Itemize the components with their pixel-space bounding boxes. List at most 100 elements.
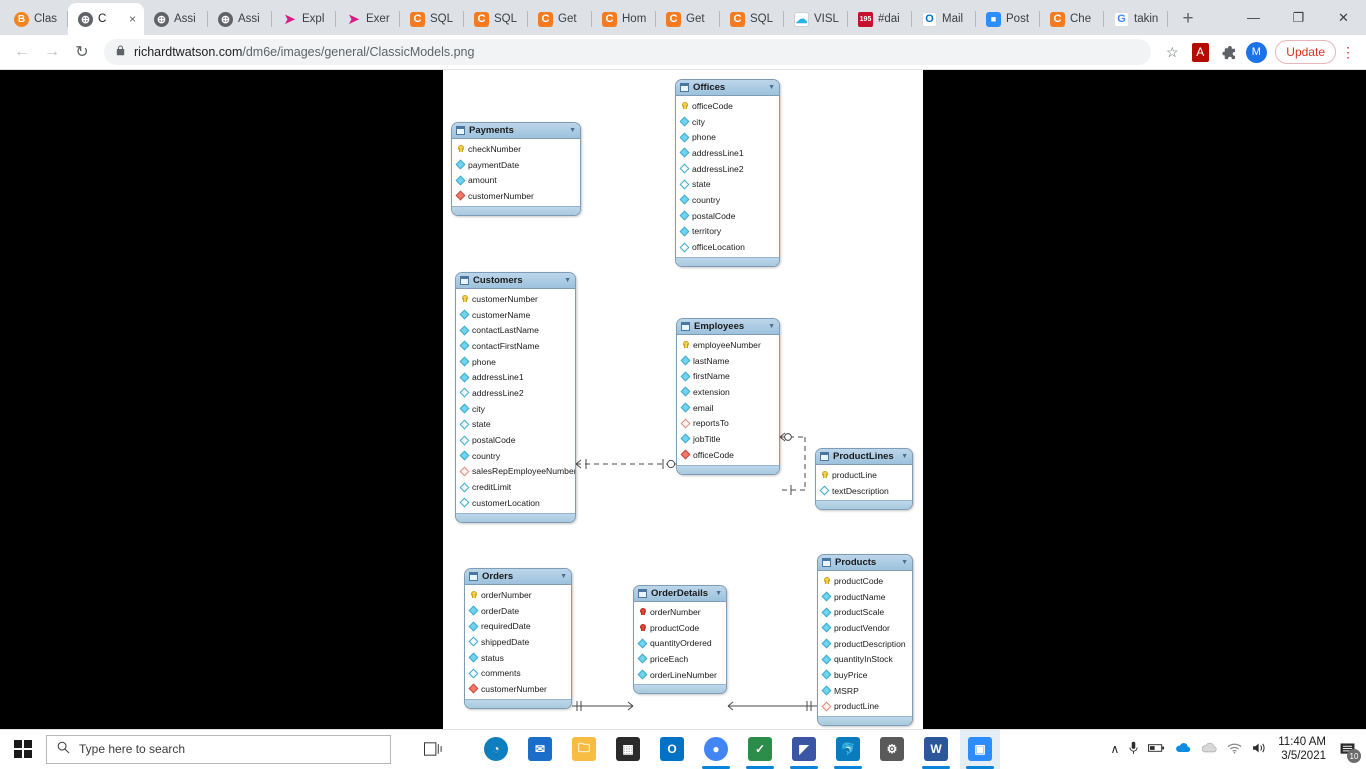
entity-field[interactable]: shippedDate xyxy=(465,634,571,650)
browser-tab-13[interactable]: 195 #dai xyxy=(848,3,912,35)
taskbar-app-todo[interactable]: ✓ xyxy=(740,730,780,769)
entity-field[interactable]: quantityInStock xyxy=(818,651,912,667)
entity-field[interactable]: officeCode xyxy=(676,98,779,114)
chevron-down-icon[interactable]: ▼ xyxy=(560,573,567,580)
chevron-up-icon[interactable]: ∧ xyxy=(1110,742,1119,756)
entity-field[interactable]: postalCode xyxy=(676,208,779,224)
entity-field[interactable]: customerName xyxy=(456,307,575,323)
chevron-down-icon[interactable]: ▼ xyxy=(715,590,722,597)
wifi-icon[interactable] xyxy=(1227,742,1242,757)
browser-menu-button[interactable]: ⋮ xyxy=(1338,44,1358,61)
entity-field[interactable]: comments xyxy=(465,665,571,681)
onedrive-icon[interactable] xyxy=(1175,742,1191,756)
notification-icon[interactable]: 10 xyxy=(1336,738,1361,763)
entity-field[interactable]: paymentDate xyxy=(452,157,580,173)
entity-field[interactable]: orderNumber xyxy=(465,587,571,603)
entity-field[interactable]: postalCode xyxy=(456,432,575,448)
entity-field[interactable]: email xyxy=(677,400,779,416)
profile-avatar[interactable]: M xyxy=(1243,39,1269,65)
entity-field[interactable]: reportsTo xyxy=(677,415,779,431)
entity-field[interactable]: orderDate xyxy=(465,603,571,619)
browser-tab-6[interactable]: C SQL xyxy=(400,3,464,35)
entity-field[interactable]: checkNumber xyxy=(452,141,580,157)
chevron-down-icon[interactable]: ▼ xyxy=(564,277,571,284)
battery-icon[interactable] xyxy=(1148,742,1165,756)
entity-field[interactable]: productCode xyxy=(634,620,726,636)
erd-entity-orders[interactable]: Orders ▼ orderNumber orderDate requiredDate s… xyxy=(464,568,572,709)
update-button[interactable]: Update xyxy=(1275,40,1336,64)
entity-field[interactable]: phone xyxy=(456,354,575,370)
extensions-puzzle-icon[interactable] xyxy=(1215,39,1241,65)
browser-tab-3[interactable]: ⊕ Assi xyxy=(208,3,272,35)
browser-tab-12[interactable]: ☁ VISL xyxy=(784,3,848,35)
entity-field[interactable]: employeeNumber xyxy=(677,337,779,353)
entity-field[interactable]: state xyxy=(676,176,779,192)
new-tab-button[interactable]: + xyxy=(1174,5,1202,33)
entity-field[interactable]: productScale xyxy=(818,604,912,620)
browser-tab-1[interactable]: ⊕ C × xyxy=(68,3,144,35)
taskbar-app-mail[interactable]: ✉ xyxy=(520,730,560,769)
browser-tab-17[interactable]: Gtakin xyxy=(1104,3,1168,35)
bookmark-star-icon[interactable]: ☆ xyxy=(1159,39,1185,65)
taskbar-app-edge[interactable]: ◔ xyxy=(476,730,516,769)
chevron-down-icon[interactable]: ▼ xyxy=(569,127,576,134)
entity-field[interactable]: contactFirstName xyxy=(456,338,575,354)
taskbar-app-settings[interactable]: ⚙ xyxy=(872,730,912,769)
erd-entity-offices[interactable]: Offices ▼ officeCode city phone addressLine1 a… xyxy=(675,79,780,267)
cloud-icon[interactable] xyxy=(1201,742,1217,756)
browser-tab-2[interactable]: ⊕ Assi xyxy=(144,3,208,35)
entity-field[interactable]: officeLocation xyxy=(676,239,779,255)
entity-field[interactable]: addressLine2 xyxy=(676,161,779,177)
entity-field[interactable]: country xyxy=(676,192,779,208)
taskbar-app-chrome[interactable]: ● xyxy=(696,730,736,769)
entity-field[interactable]: orderLineNumber xyxy=(634,667,726,683)
entity-field[interactable]: officeCode xyxy=(677,447,779,463)
browser-tab-0[interactable]: B Clas xyxy=(4,3,68,35)
taskbar-app-microsoft-store[interactable]: ▦ xyxy=(608,730,648,769)
erd-entity-orderdetails[interactable]: OrderDetails ▼ orderNumber productCode quant… xyxy=(633,585,727,695)
windows-start-icon[interactable] xyxy=(0,730,46,769)
entity-field[interactable]: MSRP xyxy=(818,683,912,699)
entity-field[interactable]: customerLocation xyxy=(456,495,575,511)
taskbar-app-outlook[interactable]: O xyxy=(652,730,692,769)
entity-field[interactable]: customerNumber xyxy=(465,681,571,697)
entity-field[interactable]: priceEach xyxy=(634,651,726,667)
entity-field[interactable]: addressLine2 xyxy=(456,385,575,401)
entity-field[interactable]: buyPrice xyxy=(818,667,912,683)
volume-icon[interactable] xyxy=(1252,742,1268,757)
browser-tab-14[interactable]: O Mail xyxy=(912,3,976,35)
entity-field[interactable]: country xyxy=(456,448,575,464)
entity-field[interactable]: addressLine1 xyxy=(456,369,575,385)
browser-tab-7[interactable]: C SQL xyxy=(464,3,528,35)
entity-field[interactable]: state xyxy=(456,417,575,433)
chevron-down-icon[interactable]: ▼ xyxy=(901,453,908,460)
entity-field[interactable]: city xyxy=(676,114,779,130)
reload-button[interactable]: ↻ xyxy=(68,38,96,66)
entity-field[interactable]: productLine xyxy=(818,699,912,715)
browser-tab-4[interactable]: ➤ Expl xyxy=(272,3,336,35)
browser-tab-11[interactable]: C SQL xyxy=(720,3,784,35)
taskbar-app-file-explorer[interactable]: 🗀 xyxy=(564,730,604,769)
clock[interactable]: 11:40 AM 3/5/2021 xyxy=(1278,735,1326,763)
entity-field[interactable]: contactLastName xyxy=(456,322,575,338)
address-bar[interactable]: richardtwatson.com/dm6e/images/general/C… xyxy=(104,39,1152,65)
entity-field[interactable]: productName xyxy=(818,589,912,605)
taskbar-app-mysql-workbench[interactable]: 🐬 xyxy=(828,730,868,769)
erd-entity-customers[interactable]: Customers ▼ customerNumber customerName cont… xyxy=(455,272,576,523)
erd-entity-productlines[interactable]: ProductLines ▼ productLine textDescription xyxy=(815,448,913,511)
entity-field[interactable]: productDescription xyxy=(818,636,912,652)
entity-field[interactable]: jobTitle xyxy=(677,431,779,447)
entity-field[interactable]: salesRepEmployeeNumber xyxy=(456,464,575,480)
entity-field[interactable]: phone xyxy=(676,129,779,145)
chevron-down-icon[interactable]: ▼ xyxy=(768,84,775,91)
browser-tab-8[interactable]: C Get xyxy=(528,3,592,35)
microphone-icon[interactable] xyxy=(1129,741,1138,758)
browser-tab-15[interactable]: ■ Post xyxy=(976,3,1040,35)
taskbar-app-zoom[interactable]: ▣ xyxy=(960,729,1000,769)
browser-tab-10[interactable]: C Get xyxy=(656,3,720,35)
erd-entity-payments[interactable]: Payments ▼ checkNumber paymentDate amount cus… xyxy=(451,122,581,216)
entity-field[interactable]: productVendor xyxy=(818,620,912,636)
erd-entity-products[interactable]: Products ▼ productCode productName productSc… xyxy=(817,554,913,727)
erd-entity-employees[interactable]: Employees ▼ employeeNumber lastName firstNam… xyxy=(676,318,780,475)
entity-field[interactable]: requiredDate xyxy=(465,618,571,634)
